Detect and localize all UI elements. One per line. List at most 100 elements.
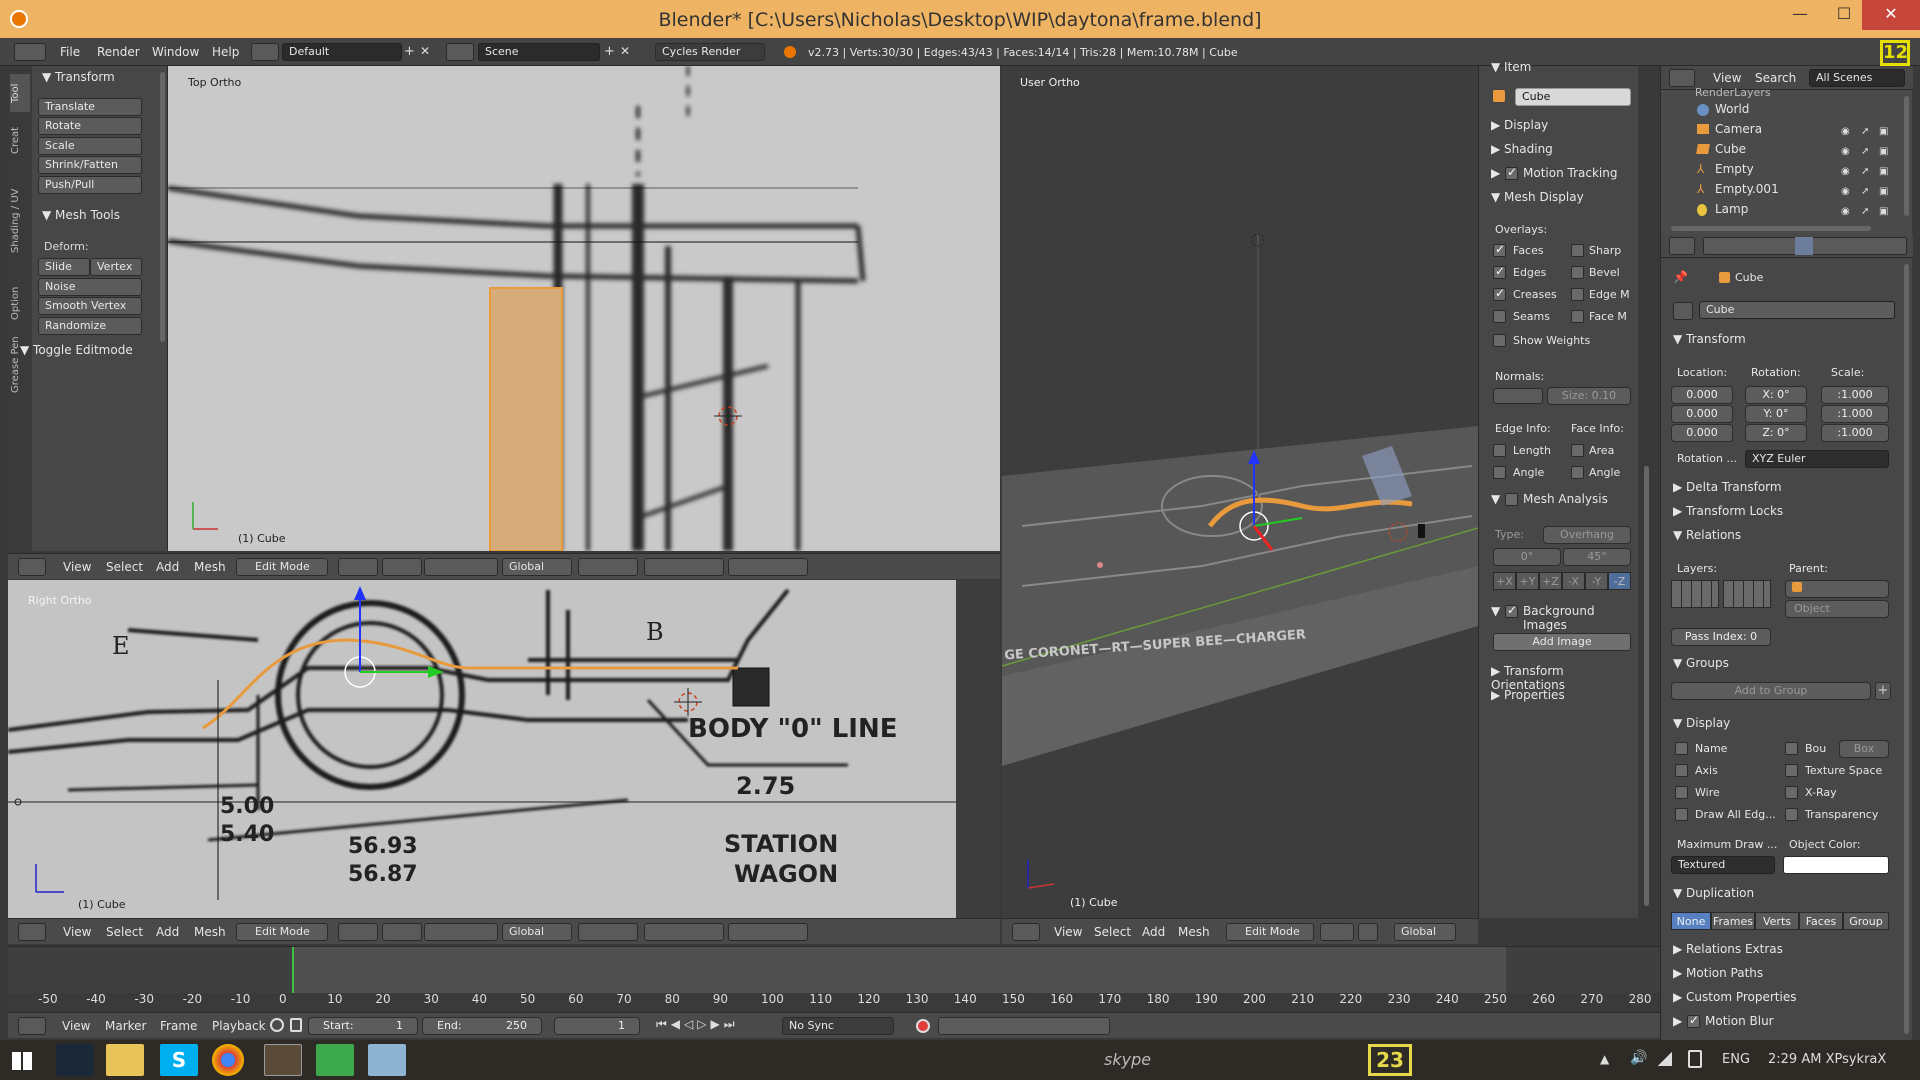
push-pull-button[interactable]: Push/Pull xyxy=(38,176,142,194)
shading-icon-user[interactable] xyxy=(1320,923,1354,941)
mesh-analysis-header[interactable]: ▼ xyxy=(1491,492,1500,506)
delta-transform-header[interactable]: ▶ Delta Transform xyxy=(1673,480,1782,494)
faces-checkbox[interactable] xyxy=(1493,242,1506,257)
view3d-editor-icon[interactable] xyxy=(18,558,46,576)
shrink-fatten-button[interactable]: Shrink/Fatten xyxy=(38,156,142,174)
explorer-icon[interactable] xyxy=(106,1044,144,1076)
seams-checkbox[interactable] xyxy=(1493,310,1506,323)
menu-select-right[interactable]: Select xyxy=(106,925,143,939)
properties-region-scrollbar[interactable] xyxy=(1644,466,1649,906)
motion-tracking-checkbox[interactable] xyxy=(1505,165,1518,180)
location-y[interactable]: 0.000 xyxy=(1671,405,1733,423)
tool-shelf-scrollbar[interactable] xyxy=(160,72,165,342)
snap-icons-right[interactable] xyxy=(728,923,808,941)
background-images-header[interactable]: ▼ xyxy=(1491,604,1500,618)
menu-select-top[interactable]: Select xyxy=(106,560,143,574)
outliner-scrollbar[interactable] xyxy=(1904,96,1909,216)
add-to-group-button[interactable]: Add to Group xyxy=(1671,682,1871,700)
editor-type-icon[interactable] xyxy=(14,43,46,61)
timeline-menu-marker[interactable]: Marker xyxy=(105,1019,146,1033)
bounds-type-select[interactable]: Box xyxy=(1839,740,1889,758)
duplication-header[interactable]: ▼ Duplication xyxy=(1673,886,1754,900)
pe-display-header[interactable]: ▼ Display xyxy=(1673,716,1730,730)
properties-header[interactable]: ▶ Properties xyxy=(1491,688,1565,702)
tab-shading-uv[interactable]: Shading / UV xyxy=(10,166,30,276)
bevel-checkbox[interactable] xyxy=(1571,266,1584,279)
location-z[interactable]: 0.000 xyxy=(1671,424,1733,442)
background-images-checkbox[interactable] xyxy=(1505,603,1518,618)
proportional-icons-top[interactable] xyxy=(644,558,724,576)
transform-locks-header[interactable]: ▶ Transform Locks xyxy=(1673,504,1783,518)
smooth-vertex-button[interactable]: Smooth Vertex xyxy=(38,297,142,315)
object-name-input[interactable]: Cube xyxy=(1699,301,1895,319)
manipulator-icons-top[interactable] xyxy=(424,558,498,576)
scene-icon[interactable] xyxy=(446,43,474,61)
select-arrow-icons[interactable]: ➚ ➚ ➚ ➚ ➚ xyxy=(1861,122,1875,222)
manipulator-icons-right[interactable] xyxy=(424,923,498,941)
outliner-editor-icon[interactable] xyxy=(1669,69,1695,87)
groups-header[interactable]: ▼ Groups xyxy=(1673,656,1729,670)
layout-add-icon[interactable]: + xyxy=(404,44,418,60)
layers-grid[interactable] xyxy=(1671,580,1719,608)
tab-grease-pencil[interactable]: Grease Pen xyxy=(10,330,30,400)
dup-faces-tab[interactable]: Faces xyxy=(1799,912,1843,930)
select-mode-icons-top[interactable] xyxy=(578,558,638,576)
layout-icon[interactable] xyxy=(251,43,279,61)
orientation-select-user[interactable]: Global xyxy=(1394,923,1456,941)
analysis-type-select[interactable]: Overhang xyxy=(1543,526,1631,544)
edge-angle-checkbox[interactable] xyxy=(1493,466,1506,479)
scale-button[interactable]: Scale xyxy=(38,137,142,155)
parent-field[interactable] xyxy=(1785,580,1889,598)
scale-z[interactable]: :1.000 xyxy=(1821,424,1889,442)
axis-plus-z[interactable]: +Z xyxy=(1539,572,1562,590)
timeline-editor-icon[interactable] xyxy=(18,1017,46,1035)
layers-grid-2[interactable] xyxy=(1723,580,1771,608)
clock[interactable]: 2:29 AM XPsykraX xyxy=(1768,1052,1886,1067)
snap-icons-top[interactable] xyxy=(728,558,808,576)
playback-controls[interactable]: ⏮◀◁▷▶⏭ xyxy=(656,1017,776,1035)
show-weights-checkbox[interactable] xyxy=(1493,334,1506,347)
custom-properties-header[interactable]: ▶ Custom Properties xyxy=(1673,990,1796,1004)
tab-create[interactable]: Creat xyxy=(10,118,30,162)
translate-button[interactable]: Translate xyxy=(38,98,142,116)
add-image-button[interactable]: Add Image xyxy=(1493,633,1631,651)
menu-mesh-right[interactable]: Mesh xyxy=(194,925,226,939)
menu-view-right[interactable]: View xyxy=(63,925,91,939)
axis-minus-y[interactable]: -Y xyxy=(1585,572,1608,590)
sync-select[interactable]: No Sync xyxy=(782,1017,894,1035)
face-area-checkbox[interactable] xyxy=(1571,444,1584,457)
outliner-hscrollbar[interactable] xyxy=(1671,226,1871,231)
select-mode-icons-right[interactable] xyxy=(578,923,638,941)
dup-group-tab[interactable]: Group xyxy=(1843,912,1889,930)
display-wire-checkbox[interactable] xyxy=(1675,786,1688,799)
outliner-world[interactable]: World xyxy=(1715,102,1749,116)
parent-type-select[interactable]: Object xyxy=(1785,600,1889,618)
scale-x[interactable]: :1.000 xyxy=(1821,386,1889,404)
viewport-top-ortho[interactable]: Top Ortho (1) Cube xyxy=(168,66,1000,551)
layout-select[interactable]: Default xyxy=(282,43,402,61)
normals-vertex-icon[interactable] xyxy=(1493,388,1543,404)
menu-help[interactable]: Help xyxy=(212,45,239,59)
toggle-editmode-header[interactable]: ▼ Toggle Editmode xyxy=(20,343,133,357)
slide-edge-button[interactable]: Slide Ed xyxy=(38,258,90,289)
viewport-right-ortho[interactable]: E B BODY "0" LINE 2.75 5.00 5.40 56.93 5… xyxy=(8,580,1000,918)
transparency-checkbox[interactable] xyxy=(1785,808,1798,821)
rotation-z[interactable]: Z: 0° xyxy=(1745,424,1807,442)
pivot-icon-user[interactable] xyxy=(1358,923,1378,941)
menu-view-user[interactable]: View xyxy=(1054,925,1082,939)
object-color-swatch[interactable] xyxy=(1783,856,1889,874)
properties-editor-scrollbar[interactable] xyxy=(1904,264,1909,1034)
rotation-x[interactable]: X: 0° xyxy=(1745,386,1807,404)
edge-length-checkbox[interactable] xyxy=(1493,444,1506,457)
language-indicator[interactable]: ENG xyxy=(1722,1052,1750,1067)
axis-plus-x[interactable]: +X xyxy=(1493,572,1516,590)
proportional-icons-right[interactable] xyxy=(644,923,724,941)
mesh-analysis-checkbox[interactable] xyxy=(1505,493,1518,506)
display-name-checkbox[interactable] xyxy=(1675,742,1688,755)
axis-minus-x[interactable]: -X xyxy=(1562,572,1585,590)
item-panel-header[interactable]: ▼ Item xyxy=(1491,60,1531,74)
edge-marks-checkbox[interactable] xyxy=(1571,288,1584,301)
analysis-max-angle[interactable]: 45° xyxy=(1563,548,1631,566)
mesh-tools-panel-header[interactable]: ▼ Mesh Tools xyxy=(42,208,120,222)
view3d-editor-icon-user[interactable] xyxy=(1012,923,1040,941)
